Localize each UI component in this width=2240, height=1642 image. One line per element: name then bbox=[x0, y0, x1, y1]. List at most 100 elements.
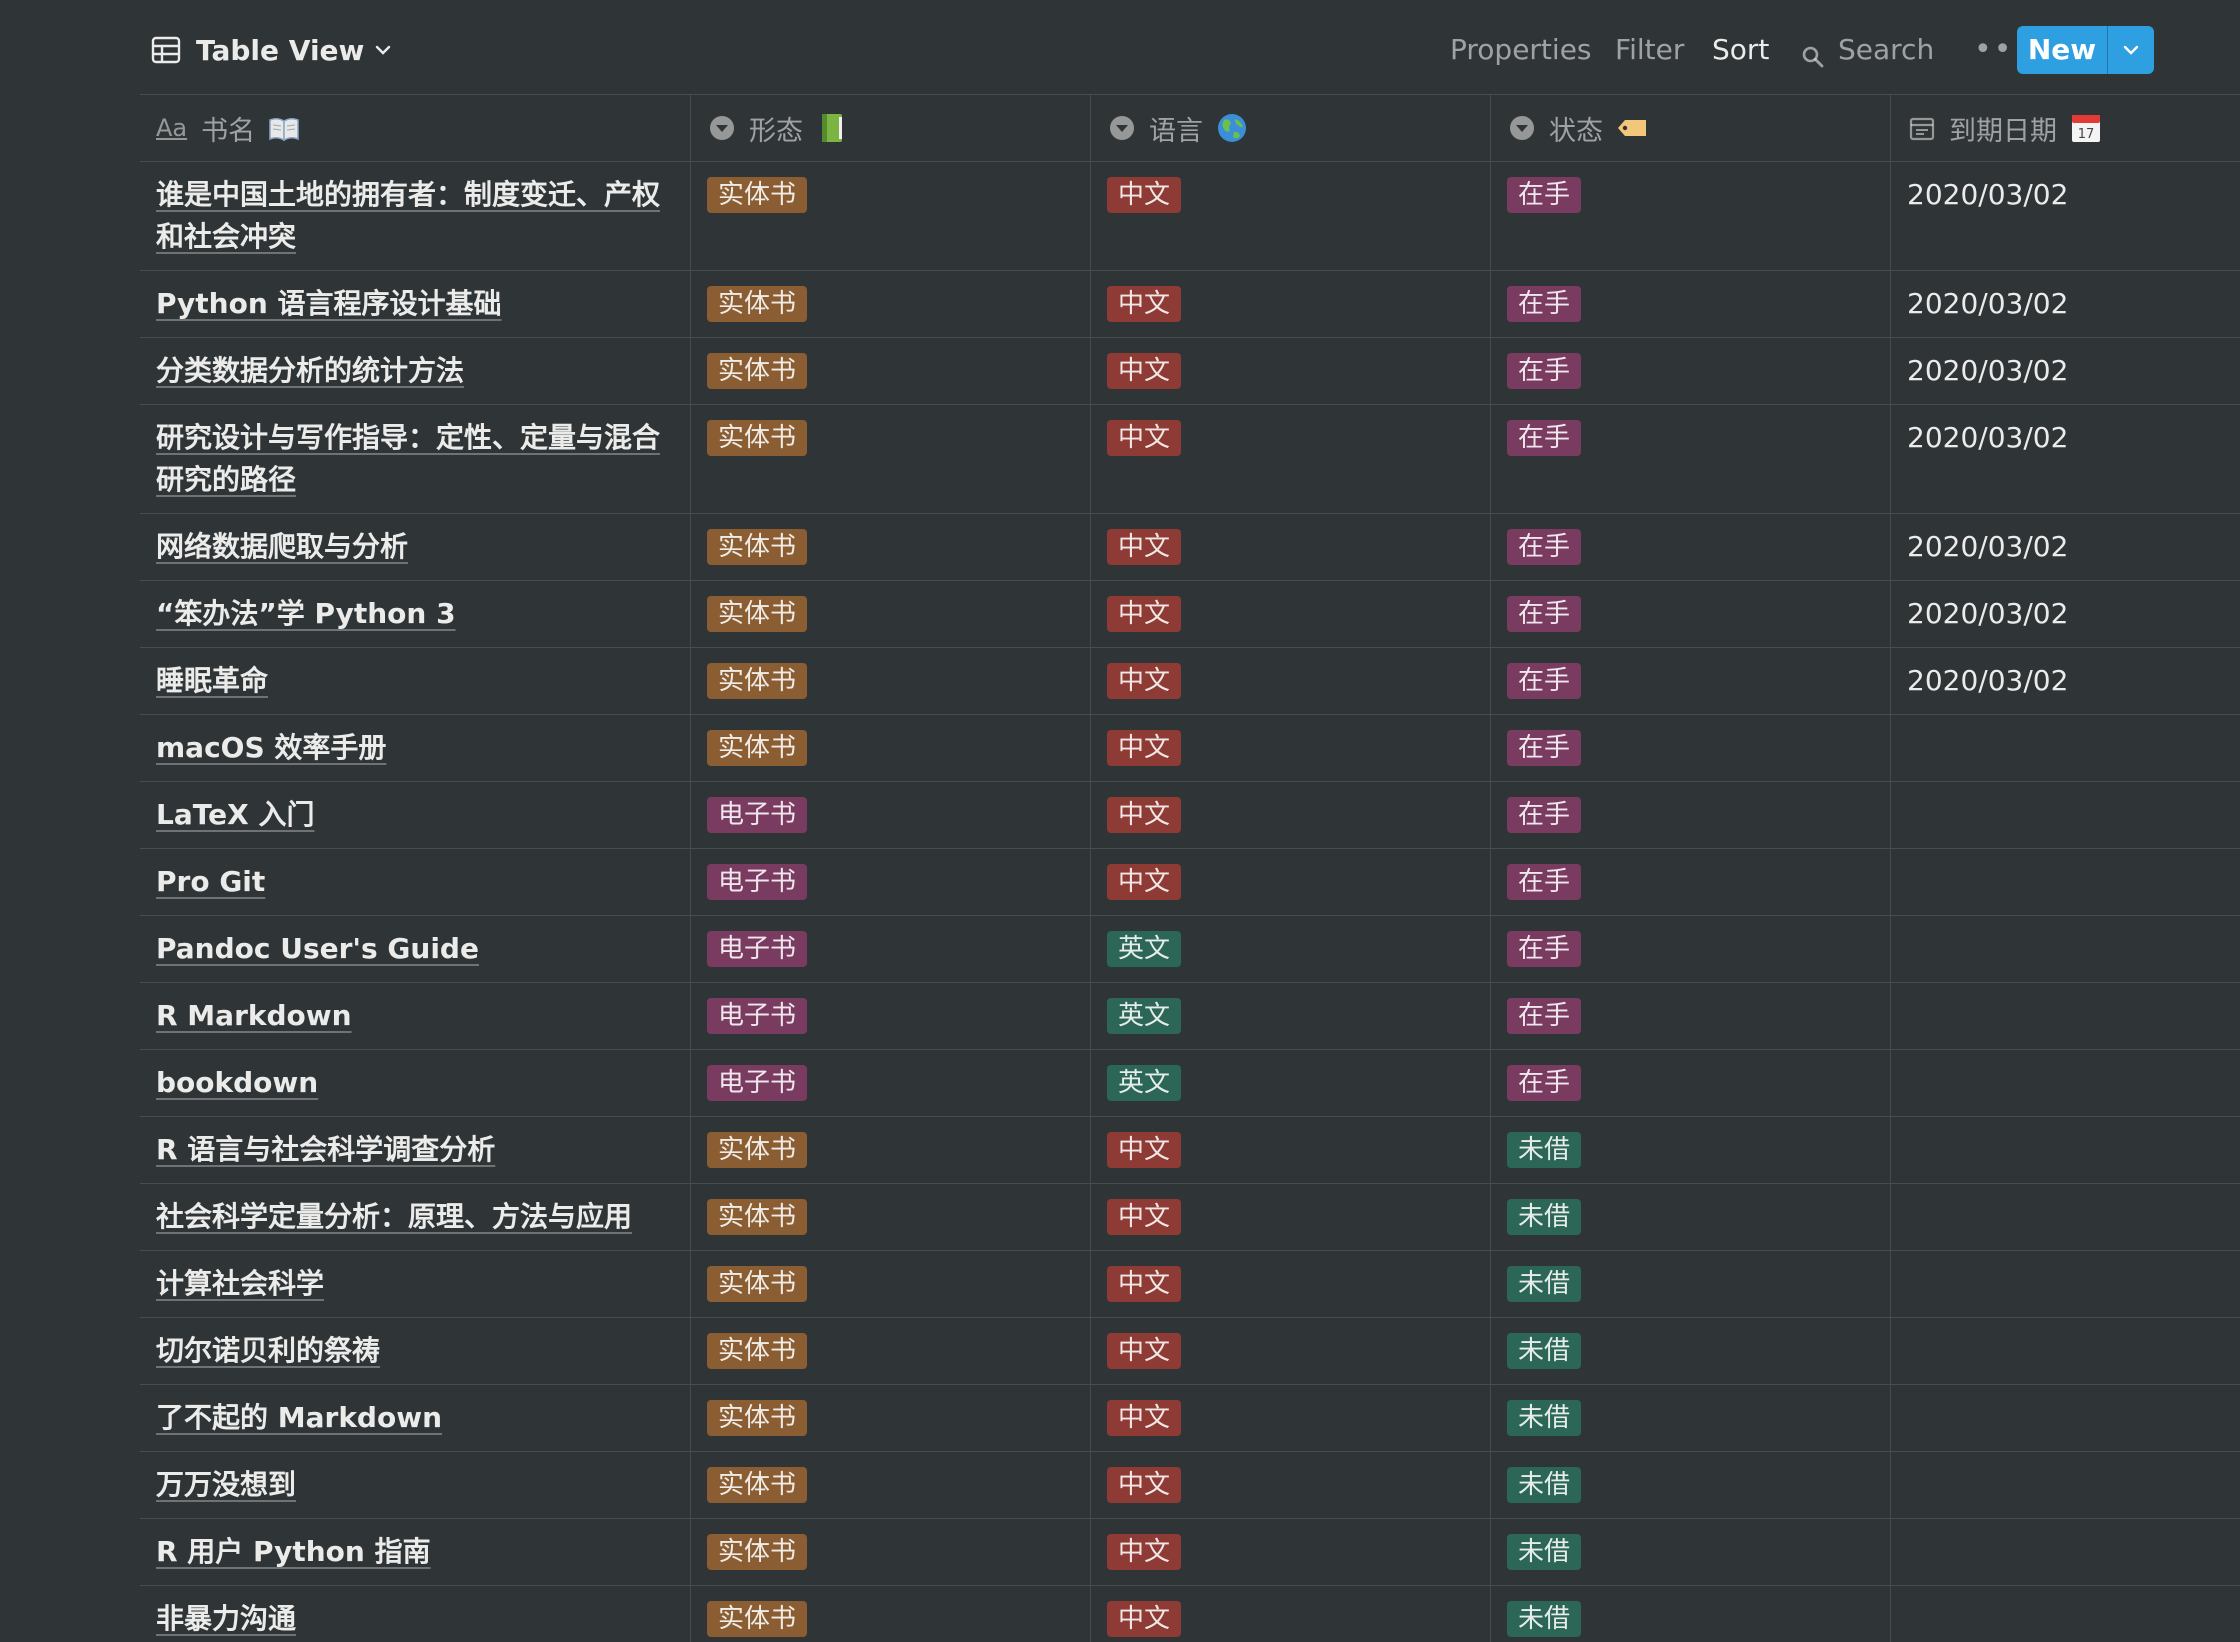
cell-due-date[interactable]: 2020/03/02 bbox=[1891, 271, 2240, 337]
form-tag[interactable]: 实体书 bbox=[707, 596, 808, 632]
status-tag[interactable]: 未借 bbox=[1507, 1333, 1582, 1369]
form-tag[interactable]: 实体书 bbox=[707, 1333, 808, 1369]
status-tag[interactable]: 未借 bbox=[1507, 1132, 1582, 1168]
cell-due-date[interactable]: 2020/03/02 bbox=[1891, 514, 2240, 580]
cell-form[interactable]: 电子书 bbox=[691, 782, 1091, 848]
cell-language[interactable]: 中文 bbox=[1091, 1251, 1491, 1317]
cell-language[interactable]: 英文 bbox=[1091, 916, 1491, 982]
cell-language[interactable]: 中文 bbox=[1091, 338, 1491, 404]
form-tag[interactable]: 实体书 bbox=[707, 529, 808, 565]
form-tag[interactable]: 电子书 bbox=[707, 797, 808, 833]
table-row[interactable]: macOS 效率手册 实体书 中文 在手 bbox=[140, 715, 2240, 782]
language-tag[interactable]: 中文 bbox=[1107, 1199, 1182, 1235]
form-tag[interactable]: 实体书 bbox=[707, 1467, 808, 1503]
status-tag[interactable]: 在手 bbox=[1507, 663, 1582, 699]
status-tag[interactable]: 在手 bbox=[1507, 420, 1582, 456]
language-tag[interactable]: 英文 bbox=[1107, 931, 1182, 967]
language-tag[interactable]: 中文 bbox=[1107, 730, 1182, 766]
cell-due-date[interactable] bbox=[1891, 1184, 2240, 1250]
cell-status[interactable]: 在手 bbox=[1491, 648, 1891, 714]
language-tag[interactable]: 中文 bbox=[1107, 353, 1182, 389]
cell-language[interactable]: 中文 bbox=[1091, 782, 1491, 848]
cell-language[interactable]: 中文 bbox=[1091, 648, 1491, 714]
cell-status[interactable]: 未借 bbox=[1491, 1251, 1891, 1317]
cell-book-name[interactable]: 研究设计与写作指导：定性、定量与混合研究的路径 bbox=[140, 405, 691, 513]
cell-language[interactable]: 中文 bbox=[1091, 162, 1491, 270]
book-name-link[interactable]: LaTeX 入门 bbox=[156, 798, 314, 831]
book-name-link[interactable]: R 用户 Python 指南 bbox=[156, 1535, 431, 1568]
cell-language[interactable]: 中文 bbox=[1091, 1586, 1491, 1642]
cell-status[interactable]: 未借 bbox=[1491, 1117, 1891, 1183]
status-tag[interactable]: 在手 bbox=[1507, 864, 1582, 900]
table-row[interactable]: R 用户 Python 指南 实体书 中文 未借 bbox=[140, 1519, 2240, 1586]
cell-status[interactable]: 在手 bbox=[1491, 271, 1891, 337]
form-tag[interactable]: 电子书 bbox=[707, 998, 808, 1034]
cell-due-date[interactable] bbox=[1891, 1050, 2240, 1116]
form-tag[interactable]: 实体书 bbox=[707, 730, 808, 766]
language-tag[interactable]: 中文 bbox=[1107, 529, 1182, 565]
cell-book-name[interactable]: 了不起的 Markdown bbox=[140, 1385, 691, 1451]
cell-language[interactable]: 中文 bbox=[1091, 271, 1491, 337]
cell-status[interactable]: 在手 bbox=[1491, 782, 1891, 848]
cell-due-date[interactable]: 2020/03/02 bbox=[1891, 162, 2240, 270]
cell-book-name[interactable]: macOS 效率手册 bbox=[140, 715, 691, 781]
book-name-link[interactable]: “笨办法”学 Python 3 bbox=[156, 597, 456, 630]
cell-form[interactable]: 实体书 bbox=[691, 581, 1091, 647]
form-tag[interactable]: 实体书 bbox=[707, 1400, 808, 1436]
status-tag[interactable]: 在手 bbox=[1507, 286, 1582, 322]
properties-button[interactable]: Properties bbox=[1450, 26, 1592, 74]
cell-form[interactable]: 实体书 bbox=[691, 1251, 1091, 1317]
cell-status[interactable]: 未借 bbox=[1491, 1385, 1891, 1451]
language-tag[interactable]: 中文 bbox=[1107, 1601, 1182, 1637]
cell-book-name[interactable]: 切尔诺贝利的祭祷 bbox=[140, 1318, 691, 1384]
book-name-link[interactable]: 谁是中国土地的拥有者：制度变迁、产权和社会冲突 bbox=[156, 178, 660, 253]
cell-status[interactable]: 未借 bbox=[1491, 1452, 1891, 1518]
sort-button[interactable]: Sort bbox=[1712, 26, 1769, 74]
status-tag[interactable]: 未借 bbox=[1507, 1199, 1582, 1235]
form-tag[interactable]: 实体书 bbox=[707, 1266, 808, 1302]
cell-status[interactable]: 未借 bbox=[1491, 1318, 1891, 1384]
column-header-form[interactable]: 形态 bbox=[691, 95, 1091, 161]
cell-due-date[interactable] bbox=[1891, 1318, 2240, 1384]
table-row[interactable]: Pro Git 电子书 中文 在手 bbox=[140, 849, 2240, 916]
table-row[interactable]: R Markdown 电子书 英文 在手 bbox=[140, 983, 2240, 1050]
cell-language[interactable]: 中文 bbox=[1091, 581, 1491, 647]
language-tag[interactable]: 中文 bbox=[1107, 1534, 1182, 1570]
cell-form[interactable]: 实体书 bbox=[691, 1117, 1091, 1183]
status-tag[interactable]: 在手 bbox=[1507, 596, 1582, 632]
cell-form[interactable]: 实体书 bbox=[691, 338, 1091, 404]
search-button[interactable]: Search bbox=[1800, 26, 1934, 74]
cell-status[interactable]: 在手 bbox=[1491, 916, 1891, 982]
status-tag[interactable]: 在手 bbox=[1507, 177, 1582, 213]
cell-book-name[interactable]: 网络数据爬取与分析 bbox=[140, 514, 691, 580]
cell-due-date[interactable] bbox=[1891, 1117, 2240, 1183]
language-tag[interactable]: 中文 bbox=[1107, 1467, 1182, 1503]
cell-book-name[interactable]: Python 语言程序设计基础 bbox=[140, 271, 691, 337]
table-row[interactable]: R 语言与社会科学调查分析 实体书 中文 未借 bbox=[140, 1117, 2240, 1184]
column-header-due-date[interactable]: 到期日期 17 bbox=[1891, 95, 2240, 161]
cell-due-date[interactable] bbox=[1891, 715, 2240, 781]
column-header-language[interactable]: 语言 bbox=[1091, 95, 1491, 161]
language-tag[interactable]: 英文 bbox=[1107, 1065, 1182, 1101]
cell-book-name[interactable]: 分类数据分析的统计方法 bbox=[140, 338, 691, 404]
table-row[interactable]: 网络数据爬取与分析 实体书 中文 在手 2020/03/02 bbox=[140, 514, 2240, 581]
book-name-link[interactable]: Pandoc User's Guide bbox=[156, 932, 479, 965]
cell-book-name[interactable]: R 用户 Python 指南 bbox=[140, 1519, 691, 1585]
form-tag[interactable]: 电子书 bbox=[707, 864, 808, 900]
cell-language[interactable]: 英文 bbox=[1091, 983, 1491, 1049]
language-tag[interactable]: 中文 bbox=[1107, 663, 1182, 699]
table-row[interactable]: 谁是中国土地的拥有者：制度变迁、产权和社会冲突 实体书 中文 在手 2020/03/02 bbox=[140, 162, 2240, 271]
table-row[interactable]: 分类数据分析的统计方法 实体书 中文 在手 2020/03/02 bbox=[140, 338, 2240, 405]
language-tag[interactable]: 中文 bbox=[1107, 596, 1182, 632]
cell-language[interactable]: 中文 bbox=[1091, 1184, 1491, 1250]
status-tag[interactable]: 未借 bbox=[1507, 1601, 1582, 1637]
cell-language[interactable]: 中文 bbox=[1091, 1519, 1491, 1585]
table-row[interactable]: LaTeX 入门 电子书 中文 在手 bbox=[140, 782, 2240, 849]
table-row[interactable]: 非暴力沟通 实体书 中文 未借 bbox=[140, 1586, 2240, 1642]
cell-language[interactable]: 中文 bbox=[1091, 1318, 1491, 1384]
form-tag[interactable]: 实体书 bbox=[707, 1534, 808, 1570]
book-name-link[interactable]: 了不起的 Markdown bbox=[156, 1401, 442, 1434]
cell-due-date[interactable]: 2020/03/02 bbox=[1891, 338, 2240, 404]
cell-book-name[interactable]: “笨办法”学 Python 3 bbox=[140, 581, 691, 647]
status-tag[interactable]: 在手 bbox=[1507, 529, 1582, 565]
